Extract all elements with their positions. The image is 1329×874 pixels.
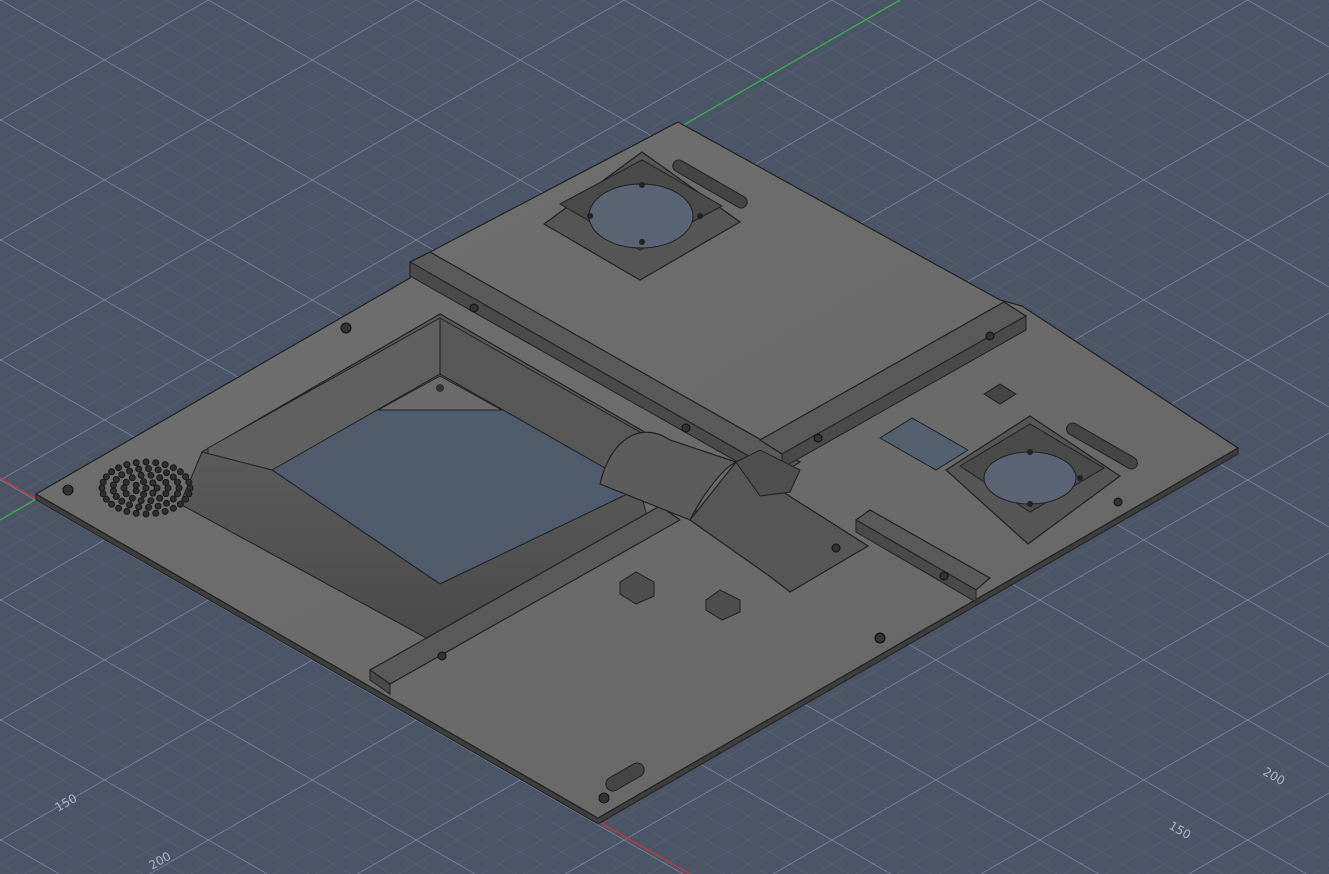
speaker-hole	[132, 481, 140, 489]
speaker-hole	[102, 495, 110, 503]
3d-viewport[interactable]: 150 200 150 200	[0, 0, 1329, 874]
speaker-hole	[142, 484, 150, 492]
speaker-hole	[185, 478, 193, 486]
speaker-hole	[169, 464, 177, 472]
gusset-hole	[436, 384, 444, 392]
speaker-hole	[156, 494, 164, 502]
speaker-hole	[123, 461, 131, 469]
speaker-hole	[182, 473, 190, 481]
speaker-hole	[112, 476, 120, 483]
speaker-hole	[102, 473, 110, 481]
speaker-hole	[185, 490, 193, 498]
speaker-hole	[176, 500, 184, 508]
speaker-hole	[135, 465, 143, 473]
speaker-hole	[154, 466, 162, 474]
speaker-hole	[122, 478, 130, 486]
speaker-hole	[135, 503, 143, 511]
speaker-hole	[122, 490, 130, 498]
speaker-hole	[174, 490, 181, 498]
speaker-hole	[132, 459, 140, 467]
speaker-hole	[126, 501, 133, 509]
speaker-hole	[162, 478, 170, 486]
speaker-hole	[152, 459, 160, 467]
speaker-hole	[118, 471, 126, 479]
speaker-hole	[140, 490, 148, 498]
speaker-hole	[137, 497, 145, 505]
speaker-hole	[153, 484, 161, 492]
speaker-hole	[149, 489, 157, 497]
speaker-hole	[99, 478, 107, 486]
speaker-hole	[152, 509, 160, 517]
speaker-hole	[137, 471, 145, 479]
speaker-hole	[145, 465, 152, 473]
speaker-hole	[118, 497, 126, 505]
speaker-hole	[115, 464, 123, 472]
speaker-hole	[128, 474, 136, 482]
speaker-hole	[163, 499, 171, 507]
speaker-hole	[98, 484, 106, 492]
speaker-hole	[99, 490, 107, 498]
speaker-hole	[169, 473, 177, 481]
speaker-hole	[140, 478, 148, 486]
speaker-hole	[149, 479, 157, 487]
speaker-hole	[154, 502, 162, 510]
speaker-hole	[156, 474, 164, 482]
speaker-hole	[182, 495, 190, 503]
speaker-hole	[128, 494, 136, 502]
speaker-hole	[162, 490, 170, 498]
speaker-hole	[115, 504, 123, 512]
speaker-hole	[163, 469, 171, 477]
viewport-canvas[interactable]: 150 200 150 200	[0, 0, 1329, 874]
speaker-hole	[161, 507, 169, 515]
speaker-hole	[142, 510, 150, 518]
speaker-hole	[161, 461, 169, 469]
speaker-hole	[126, 467, 133, 475]
speaker-hole	[145, 503, 152, 511]
speaker-hole	[147, 471, 155, 479]
speaker-hole	[112, 493, 120, 500]
speaker-hole	[169, 504, 177, 512]
speaker-hole	[108, 500, 116, 508]
speaker-hole	[186, 484, 194, 492]
speaker-hole	[142, 458, 150, 466]
speaker-hole	[109, 481, 117, 489]
speaker-hole	[147, 497, 155, 505]
speaker-hole	[174, 478, 181, 486]
speaker-hole	[120, 484, 128, 492]
speaker-hole	[123, 507, 131, 515]
speaker-hole	[169, 495, 177, 503]
speaker-hole	[108, 468, 116, 476]
speaker-hole	[109, 487, 117, 495]
speaker-hole	[175, 484, 183, 492]
speaker-hole	[176, 468, 184, 476]
speaker-hole	[164, 484, 172, 492]
speaker-hole	[132, 509, 140, 517]
